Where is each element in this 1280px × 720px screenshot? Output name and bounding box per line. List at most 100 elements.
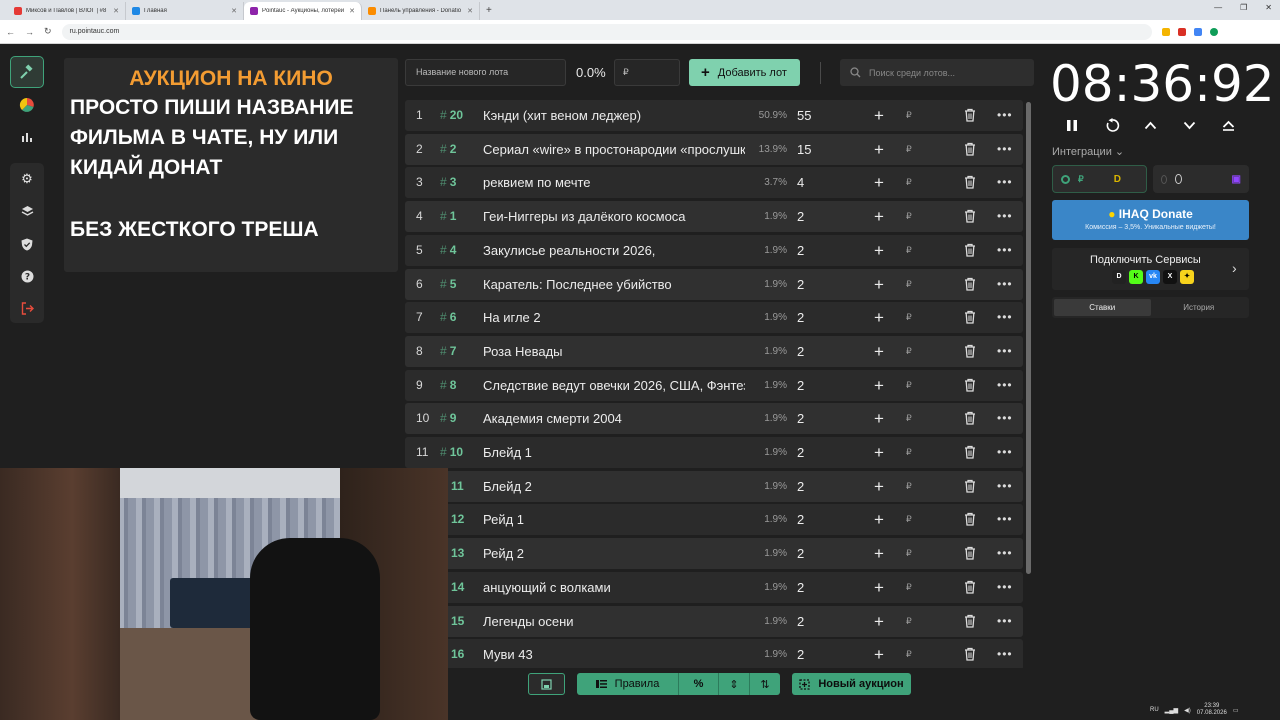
lot-name[interactable]: На игле 2 xyxy=(483,302,745,333)
more-options-icon[interactable]: ••• xyxy=(997,572,1013,603)
lot-amount[interactable]: 2 xyxy=(797,302,804,333)
lot-name[interactable]: Легенды осени xyxy=(483,606,745,637)
add-amount-button[interactable]: + xyxy=(874,235,884,266)
back-icon[interactable]: ← xyxy=(6,27,15,37)
lot-name[interactable]: Блейд 1 xyxy=(483,437,745,468)
integration-inactive[interactable]: ▣ xyxy=(1153,165,1249,193)
delete-lot-button[interactable] xyxy=(964,277,976,292)
lot-name[interactable]: Блейд 2 xyxy=(483,471,745,502)
delete-lot-button[interactable] xyxy=(964,580,976,595)
wheel-icon[interactable] xyxy=(14,92,40,118)
integrations-toggle[interactable]: Интеграции ⌄ xyxy=(1052,145,1124,158)
more-options-icon[interactable]: ••• xyxy=(997,302,1013,333)
language-indicator[interactable]: RU xyxy=(1150,707,1159,713)
lot-amount[interactable]: 2 xyxy=(797,471,804,502)
delete-lot-button[interactable] xyxy=(964,512,976,527)
lot-row[interactable]: #15 Легенды осени 1.9% 2 + ₽ ••• xyxy=(405,605,1023,637)
close-icon[interactable]: ✕ xyxy=(467,7,473,15)
stats-icon[interactable] xyxy=(14,124,40,150)
more-options-icon[interactable]: ••• xyxy=(997,370,1013,401)
lot-amount[interactable]: 2 xyxy=(797,336,804,367)
more-options-icon[interactable]: ••• xyxy=(997,504,1013,535)
lot-amount[interactable]: 2 xyxy=(797,437,804,468)
browser-tab-4[interactable]: Панель управления - Donatio ✕ xyxy=(362,2,480,20)
lot-row[interactable]: 10 #9 Академия смерти 2004 1.9% 2 + ₽ ••• xyxy=(405,403,1023,435)
lot-name[interactable]: Муви 43 xyxy=(483,639,745,668)
lot-row[interactable]: 6 #5 Каратель: Последнее убийство 1.9% 2 + ₽ ••… xyxy=(405,268,1023,300)
add-lot-button[interactable]: + Добавить лот xyxy=(689,59,800,86)
add-amount-button[interactable]: + xyxy=(874,269,884,300)
delete-lot-button[interactable] xyxy=(964,411,976,426)
delete-lot-button[interactable] xyxy=(964,445,976,460)
delete-lot-button[interactable] xyxy=(964,209,976,224)
maximize-icon[interactable]: ❐ xyxy=(1240,3,1247,12)
new-tab-button[interactable]: + xyxy=(480,2,498,20)
delete-lot-button[interactable] xyxy=(964,614,976,629)
add-amount-button[interactable]: + xyxy=(874,606,884,637)
compact-toggle[interactable]: ⇕ xyxy=(719,673,750,695)
new-lot-name-input[interactable]: Название нового лота xyxy=(405,59,566,86)
lot-name[interactable]: Рейд 2 xyxy=(483,538,745,569)
new-auction-button[interactable]: Новый аукцион xyxy=(792,673,911,695)
more-options-icon[interactable]: ••• xyxy=(997,538,1013,569)
browser-tab-1[interactable]: Миксов и Павлов | ВЛОГ | #8 ✕ xyxy=(8,2,126,20)
tab-bets[interactable]: Ставки xyxy=(1054,299,1151,316)
rules-button[interactable]: Правила xyxy=(577,673,679,695)
delete-lot-button[interactable] xyxy=(964,142,976,157)
browser-tab-2[interactable]: Главная ✕ xyxy=(126,2,244,20)
integration-active[interactable]: ₽ D xyxy=(1052,165,1147,193)
more-options-icon[interactable]: ••• xyxy=(997,100,1013,131)
extension-icon[interactable] xyxy=(1177,27,1186,36)
lot-amount[interactable]: 2 xyxy=(797,606,804,637)
extension-icon[interactable] xyxy=(1161,27,1170,36)
more-options-icon[interactable]: ••• xyxy=(997,471,1013,502)
close-window-icon[interactable]: ✕ xyxy=(1265,3,1272,12)
lot-amount[interactable]: 2 xyxy=(797,403,804,434)
add-amount-button[interactable]: + xyxy=(874,437,884,468)
lot-row[interactable]: #12 Рейд 1 1.9% 2 + ₽ ••• xyxy=(405,504,1023,536)
save-button[interactable] xyxy=(528,673,565,695)
lot-name[interactable]: Геи-Ниггеры из далёкого космоса xyxy=(483,201,745,232)
lot-row[interactable]: 3 #3 реквием по мечте 3.7% 4 + ₽ ••• xyxy=(405,167,1023,199)
more-options-icon[interactable]: ••• xyxy=(997,639,1013,668)
lot-name[interactable]: Закулисье реальности 2026, xyxy=(483,235,745,266)
reset-timer-button[interactable] xyxy=(1101,114,1123,136)
add-amount-button[interactable]: + xyxy=(874,639,884,668)
double-time-button[interactable] xyxy=(1217,114,1239,136)
more-options-icon[interactable]: ••• xyxy=(997,269,1013,300)
ihaq-donate-banner[interactable]: ● IHAQ Donate Комиссия – 3,5%. Уникальны… xyxy=(1052,200,1249,240)
scrollbar-thumb[interactable] xyxy=(1026,102,1031,574)
lot-amount[interactable]: 2 xyxy=(797,639,804,668)
lot-name[interactable]: Сериал «wire» в простонародии «прослушка… xyxy=(483,134,745,165)
add-amount-button[interactable]: + xyxy=(874,572,884,603)
delete-lot-button[interactable] xyxy=(964,243,976,258)
layers-icon[interactable] xyxy=(14,198,40,224)
close-icon[interactable]: ✕ xyxy=(231,7,237,15)
extension-icon[interactable] xyxy=(1193,27,1202,36)
more-options-icon[interactable]: ••• xyxy=(997,235,1013,266)
delete-lot-button[interactable] xyxy=(964,108,976,123)
lot-amount[interactable]: 2 xyxy=(797,538,804,569)
lot-row[interactable]: #16 Муви 43 1.9% 2 + ₽ ••• xyxy=(405,639,1023,668)
delete-lot-button[interactable] xyxy=(964,647,976,662)
new-lot-amount-input[interactable]: ₽ xyxy=(614,59,680,86)
lot-row[interactable]: #11 Блейд 2 1.9% 2 + ₽ ••• xyxy=(405,470,1023,502)
close-icon[interactable]: ✕ xyxy=(113,7,119,15)
lot-name[interactable]: Роза Невады xyxy=(483,336,745,367)
more-options-icon[interactable]: ••• xyxy=(997,167,1013,198)
lot-row[interactable]: 2 #2 Сериал «wire» в простонародии «прослу… xyxy=(405,133,1023,165)
add-amount-button[interactable]: + xyxy=(874,538,884,569)
delete-lot-button[interactable] xyxy=(964,310,976,325)
add-amount-button[interactable]: + xyxy=(874,370,884,401)
notifications-icon[interactable]: ▭ xyxy=(1233,707,1239,714)
add-amount-button[interactable]: + xyxy=(874,100,884,131)
lot-row[interactable]: 11 #10 Блейд 1 1.9% 2 + ₽ ••• xyxy=(405,437,1023,468)
add-amount-button[interactable]: + xyxy=(874,403,884,434)
volume-icon[interactable]: ◀) xyxy=(1184,707,1191,714)
lot-row[interactable]: 5 #4 Закулисье реальности 2026, 1.9% 2 + ₽ ••• xyxy=(405,234,1023,266)
subtract-time-button[interactable] xyxy=(1178,114,1200,136)
lot-row[interactable]: #14 анцующий с волками 1.9% 2 + ₽ ••• xyxy=(405,571,1023,603)
percent-toggle[interactable]: % xyxy=(679,673,719,695)
lot-amount[interactable]: 4 xyxy=(797,167,804,198)
lot-name[interactable]: Следствие ведут овечки 2026, США, Фэнтез… xyxy=(483,370,745,401)
